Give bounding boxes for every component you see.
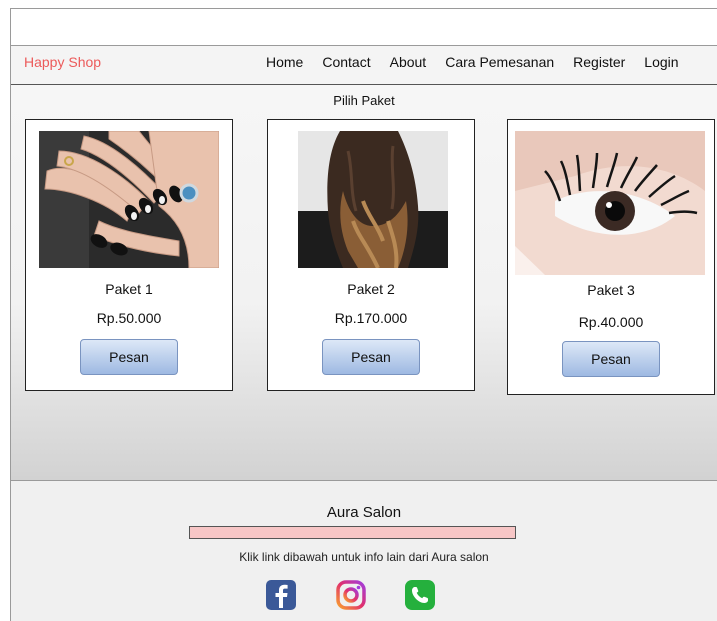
- browser-viewport: Happy Shop Home Contact About Cara Pemes…: [10, 8, 717, 621]
- pesan-button[interactable]: Pesan: [322, 339, 420, 375]
- nav-links: Home Contact About Cara Pemesanan Regist…: [266, 54, 679, 70]
- package-price: Rp.50.000: [96, 310, 162, 326]
- facebook-icon[interactable]: [264, 578, 298, 612]
- whatsapp-icon[interactable]: [403, 578, 437, 612]
- eyelash-extension-photo: [515, 131, 705, 275]
- instagram-icon[interactable]: [334, 578, 368, 612]
- nav-login[interactable]: Login: [644, 54, 678, 70]
- package-card-3: Paket 3 Rp.40.000 Pesan: [507, 119, 715, 395]
- nav-about[interactable]: About: [390, 54, 427, 70]
- package-card-1: Paket 1 Rp.50.000 Pesan: [25, 119, 233, 391]
- navbar: Happy Shop Home Contact About Cara Pemes…: [11, 46, 717, 85]
- brand-logo[interactable]: Happy Shop: [24, 54, 101, 70]
- package-section: Pilih Paket Paket 1 Rp.50.000 Pesan Pake…: [11, 85, 717, 481]
- nav-home[interactable]: Home: [266, 54, 303, 70]
- footer: Aura Salon Klik link dibawah untuk info …: [11, 481, 717, 621]
- hair-curls-photo: [298, 131, 448, 268]
- package-name: Paket 1: [105, 281, 153, 297]
- nav-contact[interactable]: Contact: [322, 54, 370, 70]
- nav-cara-pemesanan[interactable]: Cara Pemesanan: [445, 54, 554, 70]
- package-price: Rp.170.000: [334, 310, 408, 326]
- top-strip: [11, 9, 717, 46]
- pesan-button[interactable]: Pesan: [80, 339, 178, 375]
- nav-register[interactable]: Register: [573, 54, 625, 70]
- package-name: Paket 3: [587, 282, 635, 298]
- footer-title: Aura Salon: [326, 504, 402, 521]
- package-card-2: Paket 2 Rp.170.000 Pesan: [267, 119, 475, 391]
- footer-divider: [189, 526, 516, 539]
- pesan-button[interactable]: Pesan: [562, 341, 660, 377]
- footer-text: Klik link dibawah untuk info lain dari A…: [239, 550, 489, 564]
- nail-art-photo: [39, 131, 219, 268]
- section-title: Pilih Paket: [333, 93, 395, 108]
- package-price: Rp.40.000: [578, 314, 644, 330]
- package-name: Paket 2: [347, 281, 395, 297]
